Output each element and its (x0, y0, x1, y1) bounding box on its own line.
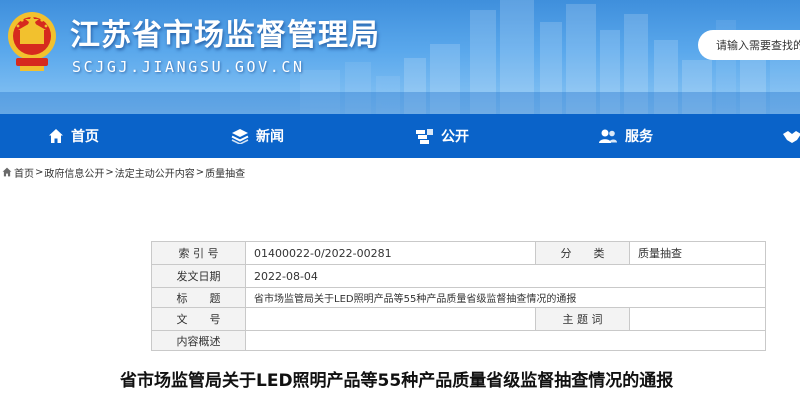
table-row: 发文日期 2022-08-04 (151, 264, 766, 288)
index-number-label: 索 引 号 (151, 241, 246, 265)
table-row: 标 题 省市场监管局关于LED照明产品等55种产品质量省级监督抽查情况的通报 (151, 287, 766, 308)
search-input[interactable] (698, 30, 800, 60)
document-info-table: 索 引 号 01400022-0/2022-00281 分 类 质量抽查 发文日… (151, 241, 766, 351)
breadcrumb-item-quality-check[interactable]: 质量抽查 (205, 165, 245, 180)
breadcrumb-item-home[interactable]: 首页 (14, 165, 34, 180)
breadcrumb-separator: > (195, 166, 205, 178)
issue-date-label: 发文日期 (151, 264, 246, 288)
breadcrumb: 首页 > 政府信息公开 > 法定主动公开内容 > 质量抽查 (2, 165, 245, 180)
doc-title-label: 标 题 (151, 287, 246, 308)
table-row: 文 号 主 题 词 (151, 307, 766, 331)
summary-label: 内容概述 (151, 330, 246, 351)
nav-item-label: 服务 (625, 129, 653, 145)
doc-number-value (245, 307, 536, 331)
breadcrumb-item-statutory[interactable]: 法定主动公开内容 (115, 165, 195, 180)
subject-words-label: 主 题 词 (535, 307, 630, 331)
nav-item-news[interactable]: 新闻 (231, 114, 284, 158)
table-row: 索 引 号 01400022-0/2022-00281 分 类 质量抽查 (151, 241, 766, 265)
nav-item-label: 公开 (441, 129, 469, 145)
article-title: 省市场监管局关于LED照明产品等55种产品质量省级监督抽查情况的通报 (120, 371, 674, 391)
nav-item-public[interactable]: 公开 (414, 114, 469, 158)
breadcrumb-item-gov-info[interactable]: 政府信息公开 (44, 165, 104, 180)
people-icon (599, 129, 617, 143)
nav-item-service[interactable]: 服务 (598, 114, 653, 158)
nav-item-label: 新闻 (256, 129, 284, 145)
nav-item-handshake[interactable] (782, 114, 800, 158)
index-number-value: 01400022-0/2022-00281 (245, 241, 536, 265)
site-title: 江苏省市场监督管理局 (70, 18, 380, 53)
home-icon (2, 167, 12, 177)
category-value: 质量抽查 (629, 241, 766, 265)
layers-icon (231, 129, 249, 144)
main-nav: 首页 新闻 公开 服务 (0, 114, 800, 158)
issue-date-value: 2022-08-04 (245, 264, 766, 288)
site-domain: SCJGJ.JIANGSU.GOV.CN (72, 58, 305, 76)
national-emblem-logo (8, 12, 56, 71)
doc-number-label: 文 号 (151, 307, 246, 331)
nav-item-label: 首页 (71, 129, 99, 145)
home-icon (49, 129, 63, 143)
stack-icon (416, 129, 433, 144)
breadcrumb-separator: > (35, 166, 44, 178)
site-header: 江苏省市场监督管理局 SCJGJ.JIANGSU.GOV.CN (0, 0, 800, 114)
breadcrumb-separator: > (105, 166, 114, 178)
subject-words-value (629, 307, 766, 331)
handshake-icon (783, 131, 800, 143)
summary-value (245, 330, 766, 351)
doc-title-value: 省市场监管局关于LED照明产品等55种产品质量省级监督抽查情况的通报 (245, 287, 766, 308)
nav-item-home[interactable]: 首页 (48, 114, 99, 158)
table-row: 内容概述 (151, 330, 766, 351)
category-label: 分 类 (535, 241, 630, 265)
